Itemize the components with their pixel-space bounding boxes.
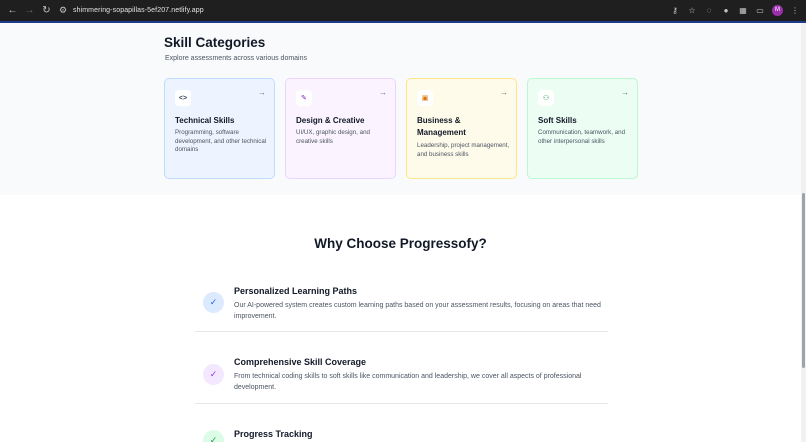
scrollbar-thumb[interactable] xyxy=(802,193,805,368)
check-circle-icon: ✓ xyxy=(203,292,224,313)
bookmark-star-icon[interactable]: ☆ xyxy=(687,6,697,15)
media-icon[interactable]: ▭ xyxy=(755,6,765,15)
page-scrollbar[interactable] xyxy=(801,23,806,442)
browser-actions: ⚷ ☆ ◌ ● ▦ ▭ M ⋮ xyxy=(670,0,800,21)
url-text[interactable]: shimmering-sopapillas-5ef207.netlify.app xyxy=(73,7,204,14)
back-icon[interactable]: ← xyxy=(6,4,19,17)
browser-nav: ← → ↻ xyxy=(0,4,53,17)
card-design-creative[interactable]: ✎ → Design & Creative UI/UX, graphic des… xyxy=(285,78,396,179)
card-description: Leadership, project management, and busi… xyxy=(417,142,510,158)
card-title: Technical Skills xyxy=(175,116,235,125)
extension-icon[interactable]: ● xyxy=(721,6,731,15)
card-title: Design & Creative xyxy=(296,116,365,125)
card-description: UI/UX, graphic design, and creative skil… xyxy=(296,129,370,145)
reload-icon[interactable]: ↻ xyxy=(40,4,53,17)
pen-tool-icon: ✎ xyxy=(296,90,312,106)
profile-avatar[interactable]: M xyxy=(772,5,783,16)
feature-description: Our AI-powered system creates custom lea… xyxy=(234,302,601,320)
skill-categories-section: Skill Categories Explore assessments acr… xyxy=(0,23,801,195)
feature-title: Progress Tracking xyxy=(234,429,313,439)
feature-progress-tracking: ✓ Progress Tracking xyxy=(195,424,608,442)
why-choose-title: Why Choose Progressofy? xyxy=(314,236,487,251)
arrow-right-icon: → xyxy=(621,88,629,97)
feature-personalized-learning: ✓ Personalized Learning Paths Our AI-pow… xyxy=(195,280,608,332)
section-title: Skill Categories xyxy=(164,35,266,50)
users-icon: ⚇ xyxy=(538,90,554,106)
section-subtitle: Explore assessments across various domai… xyxy=(165,55,308,62)
feature-title: Comprehensive Skill Coverage xyxy=(234,357,367,367)
card-soft-skills[interactable]: ⚇ → Soft Skills Communication, teamwork,… xyxy=(527,78,638,179)
menu-kebab-icon[interactable]: ⋮ xyxy=(790,6,800,15)
card-technical-skills[interactable]: <> → Technical Skills Programming, softw… xyxy=(164,78,275,179)
arrow-right-icon: → xyxy=(500,88,508,97)
card-title: Soft Skills xyxy=(538,116,577,125)
extensions-puzzle-icon[interactable]: ▦ xyxy=(738,6,748,15)
check-circle-icon: ✓ xyxy=(203,364,224,385)
code-icon: <> xyxy=(175,90,191,106)
briefcase-icon: ▣ xyxy=(417,90,433,106)
arrow-right-icon: → xyxy=(379,88,387,97)
check-circle-icon: ✓ xyxy=(203,430,224,442)
loading-icon: ◌ xyxy=(706,6,712,15)
feature-title: Personalized Learning Paths xyxy=(234,286,358,296)
card-description: Programming, software development, and o… xyxy=(175,129,267,153)
card-description: Communication, teamwork, and other inter… xyxy=(538,129,626,145)
card-title: Business & Management xyxy=(417,116,466,137)
feature-description: From technical coding skills to soft ski… xyxy=(234,373,582,391)
feature-skill-coverage: ✓ Comprehensive Skill Coverage From tech… xyxy=(195,352,608,404)
card-business-management[interactable]: ▣ → Business & Management Leadership, pr… xyxy=(406,78,517,179)
site-info-icon[interactable]: ⚙ xyxy=(59,5,71,16)
address-bar[interactable]: ⚙ shimmering-sopapillas-5ef207.netlify.a… xyxy=(59,3,204,18)
browser-toolbar: ← → ↻ ⚙ shimmering-sopapillas-5ef207.net… xyxy=(0,0,806,21)
forward-icon[interactable]: → xyxy=(23,4,36,17)
password-key-icon[interactable]: ⚷ xyxy=(670,6,680,15)
arrow-right-icon: → xyxy=(258,88,266,97)
